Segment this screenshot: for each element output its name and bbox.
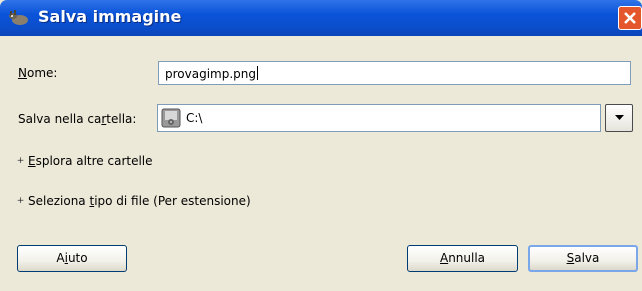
name-label: Nome:: [18, 66, 58, 80]
text-caret: [257, 66, 258, 80]
folder-path: C:\: [186, 111, 203, 125]
save-button[interactable]: Salva: [528, 245, 638, 272]
cancel-button[interactable]: Annulla: [407, 245, 518, 272]
save-folder-combo[interactable]: C:\: [157, 104, 601, 132]
browse-folders-label: Esplora altre cartelle: [28, 154, 153, 168]
expand-icon: +: [16, 196, 25, 206]
dialog-title: Salva immagine: [38, 7, 182, 26]
folder-label: Salva nella cartella:: [18, 112, 137, 126]
expand-icon: +: [16, 156, 25, 166]
drive-icon: [161, 108, 181, 128]
help-button[interactable]: Aiuto: [17, 245, 127, 272]
gimp-wilber-icon: [9, 10, 28, 25]
close-icon: [624, 12, 636, 24]
filename-input[interactable]: provagimp.png: [158, 61, 631, 85]
save-image-dialog: Salva immagine Nome: provagimp.png Salva…: [0, 0, 642, 291]
file-type-label: Seleziona tipo di file (Per estensione): [28, 194, 251, 208]
close-button[interactable]: [618, 6, 642, 30]
chevron-down-icon: [615, 115, 624, 120]
folder-dropdown-button[interactable]: [605, 104, 633, 132]
title-bar[interactable]: Salva immagine: [0, 0, 642, 36]
